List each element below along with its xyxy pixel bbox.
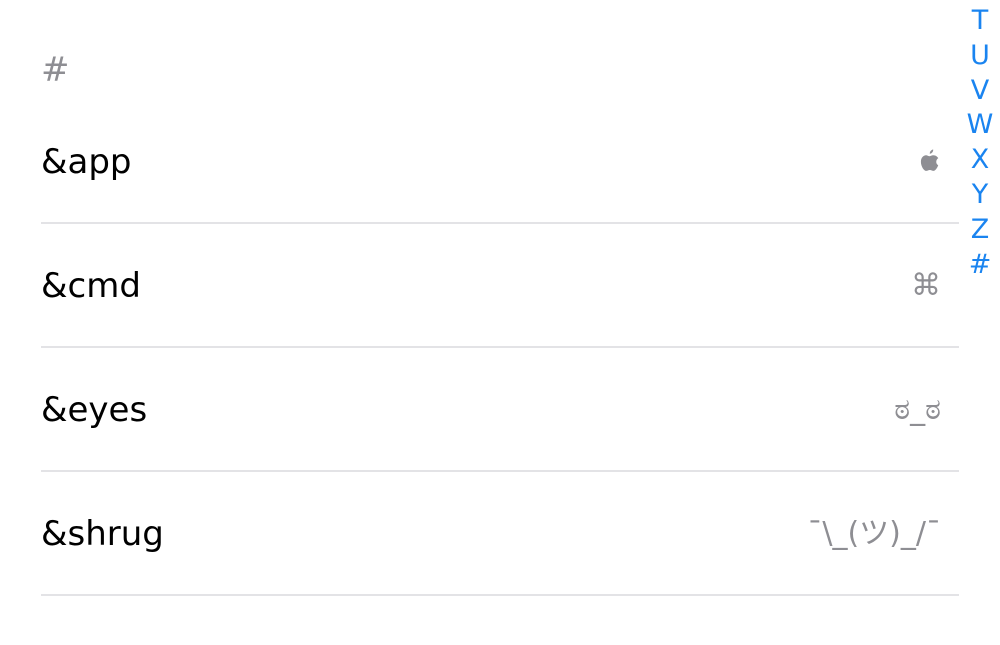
index-letter-z[interactable]: Z [971,213,990,248]
shortcut-list: &app &cmd ⌘ &eyes ಠ_ಠ &shrug ¯\_(ツ)_/¯ [41,100,959,596]
section-index[interactable]: T U V W X Y Z # [962,4,998,282]
index-letter-w[interactable]: W [967,108,994,143]
index-letter-hash[interactable]: # [969,248,992,283]
index-letter-y[interactable]: Y [972,178,989,213]
index-letter-t[interactable]: T [972,4,989,39]
index-letter-v[interactable]: V [971,74,989,109]
shortcut-label: &app [41,142,132,182]
list-item[interactable]: &cmd ⌘ [41,224,959,348]
shortcut-label: &cmd [41,266,141,306]
shortcut-label: &shrug [41,514,164,554]
index-letter-u[interactable]: U [970,39,990,74]
phrase-value: ಠ_ಠ [894,392,941,427]
phrase-value: ⌘ [911,268,941,303]
apple-logo-icon [917,100,941,224]
section-header: # [41,50,70,90]
shortcut-label: &eyes [41,390,148,430]
list-item[interactable]: &eyes ಠ_ಠ [41,348,959,472]
index-letter-x[interactable]: X [971,143,990,178]
text-replacement-list-screen: # &app &cmd ⌘ &eyes ಠ_ಠ &shrug ¯\_(ツ)_/¯… [0,0,1000,645]
phrase-value: ¯\_(ツ)_/¯ [807,516,941,551]
list-item[interactable]: &app [41,100,959,224]
list-item[interactable]: &shrug ¯\_(ツ)_/¯ [41,472,959,596]
